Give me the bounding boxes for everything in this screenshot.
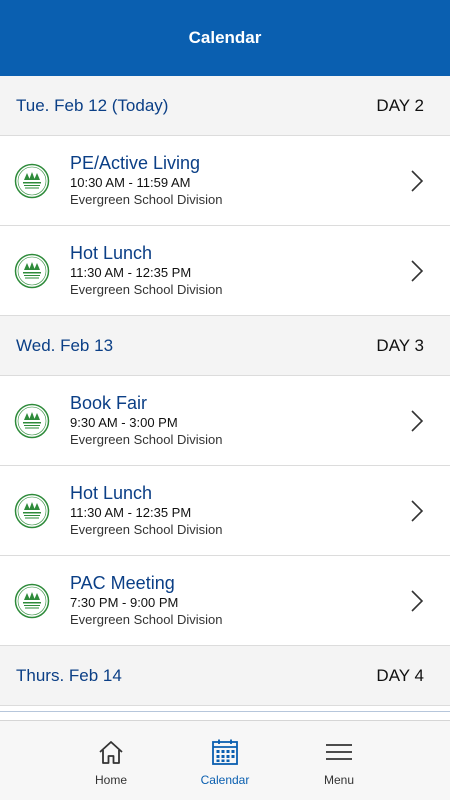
event-time: 11:30 AM - 12:35 PM [70,265,192,280]
tab-home[interactable]: Home [54,721,168,800]
event-organization: Evergreen School Division [70,192,223,207]
page-title: Calendar [188,28,262,47]
event-title: Hot Lunch [70,243,153,263]
hamburger-menu-icon [326,744,352,760]
chevron-right-icon [411,259,424,282]
chevron-right-icon [411,409,424,432]
event-organization: Evergreen School Division [70,612,223,627]
tab-calendar-label: Calendar [200,773,250,787]
day-date: Wed. Feb 13 [16,335,114,355]
tab-home-label: Home [94,773,127,787]
day-header: Tue. Feb 12 (Today) DAY 2 [0,76,450,136]
event-title: PE/Active Living [70,153,201,173]
tab-menu[interactable]: Menu [282,721,396,800]
bottom-tab-bar: Home Calendar Menu [0,720,450,800]
chevron-right-icon [411,499,424,522]
day-number: DAY 4 [376,665,424,685]
event-row[interactable]: PE/Active Living 10:30 AM - 11:59 AM Eve… [0,136,450,226]
school-logo-icon [14,403,50,438]
chevron-right-icon [411,589,424,612]
school-logo-icon [14,583,50,618]
school-logo-icon [14,163,50,198]
list-divider [0,706,450,712]
event-title: Book Fair [70,393,148,413]
day-header: Thurs. Feb 14 DAY 4 [0,646,450,706]
day-header: Wed. Feb 13 DAY 3 [0,316,450,376]
event-time: 9:30 AM - 3:00 PM [70,415,178,430]
day-number: DAY 2 [376,95,424,115]
event-title: Hot Lunch [70,483,153,503]
school-logo-icon [14,253,50,288]
chevron-right-icon [411,169,424,192]
day-number: DAY 3 [376,335,424,355]
event-row[interactable]: Hot Lunch 11:30 AM - 12:35 PM Evergreen … [0,226,450,316]
event-row[interactable]: Book Fair 9:30 AM - 3:00 PM Evergreen Sc… [0,376,450,466]
tab-menu-label: Menu [323,773,355,787]
event-organization: Evergreen School Division [70,282,223,297]
event-row[interactable]: Hot Lunch 11:30 AM - 12:35 PM Evergreen … [0,466,450,556]
calendar-list[interactable]: Tue. Feb 12 (Today) DAY 2 PE/Active Livi… [0,76,450,720]
event-organization: Evergreen School Division [70,522,223,537]
day-date: Tue. Feb 12 (Today) [16,95,169,115]
event-organization: Evergreen School Division [70,432,223,447]
home-icon [99,741,123,764]
event-time: 10:30 AM - 11:59 AM [70,175,191,190]
school-logo-icon [14,493,50,528]
event-title: PAC Meeting [70,573,175,593]
day-date: Thurs. Feb 14 [16,665,122,685]
event-time: 11:30 AM - 12:35 PM [70,505,192,520]
event-time: 7:30 PM - 9:00 PM [70,595,179,610]
calendar-icon [212,739,238,765]
tab-calendar[interactable]: Calendar [168,721,282,800]
event-row[interactable]: PAC Meeting 7:30 PM - 9:00 PM Evergreen … [0,556,450,646]
app-header: Calendar [0,0,450,76]
